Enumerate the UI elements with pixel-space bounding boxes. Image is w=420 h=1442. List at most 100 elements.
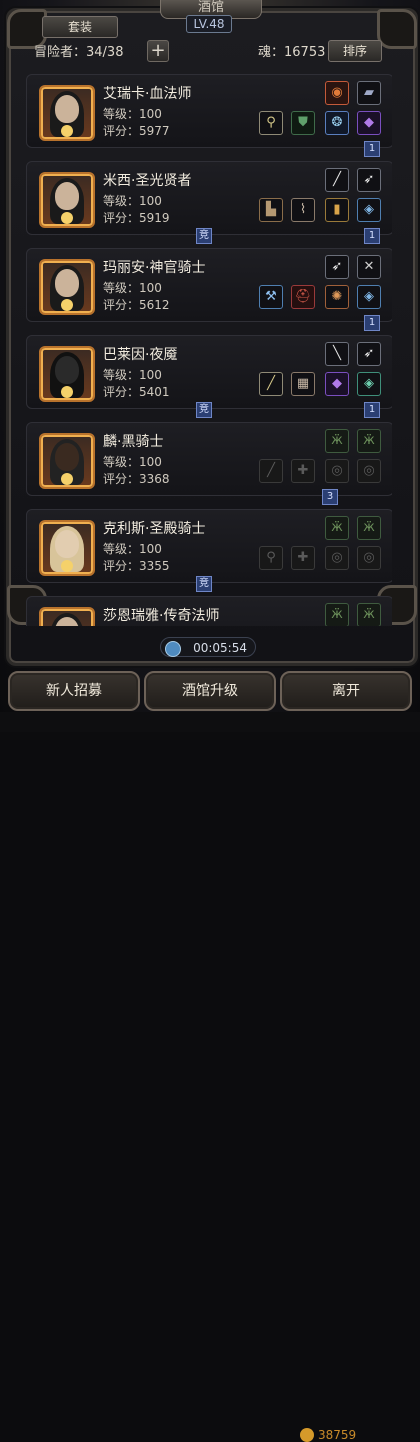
hero-score: 评分：3368 <box>103 472 170 486</box>
hero-portrait[interactable] <box>39 433 95 489</box>
flame-ring-icon[interactable]: ◉ <box>325 81 349 105</box>
hero-card[interactable]: 米西·圣光贤者 等级：100 评分：5919 ╱ ➶ ▙ ⌇ ▮ ◈ <box>26 161 392 235</box>
soul-count: 魂：16753 <box>258 45 326 60</box>
leave-button[interactable]: 离开 <box>280 671 412 711</box>
hero-name: 克利斯·圣殿骑士 <box>103 521 206 537</box>
empty-armor-icon[interactable]: ✚ <box>291 459 315 483</box>
charm-icon[interactable]: ❂ <box>325 111 349 135</box>
empty-sword-icon[interactable]: ⚲ <box>259 546 283 570</box>
moon-icon <box>61 473 73 485</box>
refresh-timer: 00:05:54 <box>160 637 256 657</box>
sort-button[interactable]: 排序 <box>328 40 382 62</box>
hero-portrait[interactable] <box>39 346 95 402</box>
hero-card[interactable]: 巴莱因·夜魇 等级：100 评分：5401 ╲ ➶ ╱ ▦ ◆ ◈ <box>26 335 392 409</box>
hero-card[interactable]: 克利斯·圣殿骑士 等级：100 评分：3355 ӝ ӝ ⚲ ✚ ◎ ◎ <box>26 509 392 583</box>
wing-icon[interactable]: ✕ <box>357 255 381 279</box>
empty-ring-icon[interactable]: ◎ <box>357 459 381 483</box>
gem-icon[interactable]: ◈ <box>357 198 381 222</box>
empty-armor-icon[interactable]: ✚ <box>291 546 315 570</box>
tab-equipment-set[interactable]: 套装 <box>42 16 118 38</box>
tavern-screen: 酒馆 LV.48 套装 冒险者：34/38 + 魂：16753 排序 艾瑞卡·血… <box>0 0 420 1442</box>
hero-portrait[interactable] <box>39 85 95 141</box>
count-tag: 1 <box>364 228 380 244</box>
wand-icon[interactable]: ╱ <box>325 168 349 192</box>
add-slot-button[interactable]: + <box>147 40 169 62</box>
empty-ring-icon[interactable]: ◎ <box>325 459 349 483</box>
moon-icon <box>61 299 73 311</box>
empty-slot-icon[interactable]: ӝ <box>325 603 349 626</box>
gold-amount: 38759 <box>318 1428 357 1442</box>
hero-level: 等级：100 <box>103 281 162 295</box>
hero-portrait[interactable] <box>39 259 95 315</box>
armor-icon[interactable]: ⛊ <box>291 111 315 135</box>
hero-card[interactable]: 艾瑞卡·血法师 等级：100 评分：5977 ◉ ▰ ⚲ ⛊ ❂ ◆ <box>26 74 392 148</box>
hero-card[interactable]: 莎恩瑞雅·传奇法师 ӝ ӝ <box>26 596 392 626</box>
amulet-icon[interactable]: ◆ <box>357 111 381 135</box>
hero-card[interactable]: 玛丽安·神官骑士 等级：100 评分：5612 ➶ ✕ ⚒ ⛑ ✺ ◈ <box>26 248 392 322</box>
empty-slot-icon[interactable]: ӝ <box>325 516 349 540</box>
hero-portrait[interactable] <box>39 172 95 228</box>
moon-icon <box>61 125 73 137</box>
arena-tag: 竞 <box>196 576 212 592</box>
gold-coin-icon <box>300 1428 314 1442</box>
helmet-icon[interactable]: ⛑ <box>291 285 315 309</box>
hero-name: 莎恩瑞雅·传奇法师 <box>103 608 220 624</box>
hero-name: 艾瑞卡·血法师 <box>103 86 192 102</box>
hero-level: 等级：100 <box>103 455 162 469</box>
hero-card[interactable]: 麟·黑骑士 等级：100 评分：3368 ӝ ӝ ╱ ✚ ◎ ◎ <box>26 422 392 496</box>
upgrade-tavern-button[interactable]: 酒馆升级 <box>144 671 276 711</box>
gem-icon[interactable]: ◈ <box>357 285 381 309</box>
hero-name: 米西·圣光贤者 <box>103 173 192 189</box>
adventurer-count: 冒险者：34/38 <box>34 45 124 60</box>
staff-icon[interactable]: ⚲ <box>259 111 283 135</box>
hero-level: 等级：100 <box>103 107 162 121</box>
charm-icon[interactable]: ✺ <box>325 285 349 309</box>
moon-icon <box>61 212 73 224</box>
count-tag: 1 <box>364 315 380 331</box>
sword-icon[interactable]: ╲ <box>325 342 349 366</box>
tavern-level-badge: LV.48 <box>186 15 232 33</box>
hero-score: 评分：5977 <box>103 124 170 138</box>
hero-name: 玛丽安·神官骑士 <box>103 260 206 276</box>
feather-icon[interactable]: ➶ <box>357 168 381 192</box>
empty-ring-icon[interactable]: ◎ <box>325 546 349 570</box>
moon-icon <box>61 386 73 398</box>
empty-ring-icon[interactable]: ◎ <box>357 546 381 570</box>
recruit-button[interactable]: 新人招募 <box>8 671 140 711</box>
resource-bar: 38759 <box>0 712 420 1442</box>
empty-sword-icon[interactable]: ╱ <box>259 459 283 483</box>
hero-level: 等级：100 <box>103 194 162 208</box>
feather-icon[interactable]: ➶ <box>325 255 349 279</box>
moon-icon <box>61 560 73 572</box>
empty-slot-icon[interactable]: ӝ <box>325 429 349 453</box>
robe-icon[interactable]: ⌇ <box>291 198 315 222</box>
feather-icon[interactable]: ➶ <box>357 342 381 366</box>
frame-corner <box>377 9 417 49</box>
empty-slot-icon[interactable]: ӝ <box>357 516 381 540</box>
armor-icon[interactable]: ▦ <box>291 372 315 396</box>
hero-score: 评分：5612 <box>103 298 170 312</box>
hero-level: 等级：100 <box>103 368 162 382</box>
amulet-icon[interactable]: ◆ <box>325 372 349 396</box>
hammer-icon[interactable]: ⚒ <box>259 285 283 309</box>
hero-portrait[interactable] <box>39 607 95 626</box>
hero-list[interactable]: 艾瑞卡·血法师 等级：100 评分：5977 ◉ ▰ ⚲ ⛊ ❂ ◆ 1 米西·… <box>22 66 392 626</box>
hero-portrait[interactable] <box>39 520 95 576</box>
hero-name: 麟·黑骑士 <box>103 434 164 450</box>
count-tag: 1 <box>364 141 380 157</box>
hero-score: 评分：5401 <box>103 385 170 399</box>
empty-slot-icon[interactable]: ӝ <box>357 429 381 453</box>
boots-icon[interactable]: ▙ <box>259 198 283 222</box>
book-icon[interactable]: ▰ <box>357 81 381 105</box>
arena-tag: 竞 <box>196 402 212 418</box>
hero-score: 评分：3355 <box>103 559 170 573</box>
blade-icon[interactable]: ╱ <box>259 372 283 396</box>
timer-value: 00:05:54 <box>193 641 247 655</box>
hero-score: 评分：5919 <box>103 211 170 225</box>
hero-name: 巴莱因·夜魇 <box>103 347 178 363</box>
empty-slot-icon[interactable]: ӝ <box>357 603 381 626</box>
arena-tag: 竞 <box>196 228 212 244</box>
clock-icon <box>165 641 181 657</box>
gem-icon[interactable]: ◈ <box>357 372 381 396</box>
gloves-icon[interactable]: ▮ <box>325 198 349 222</box>
